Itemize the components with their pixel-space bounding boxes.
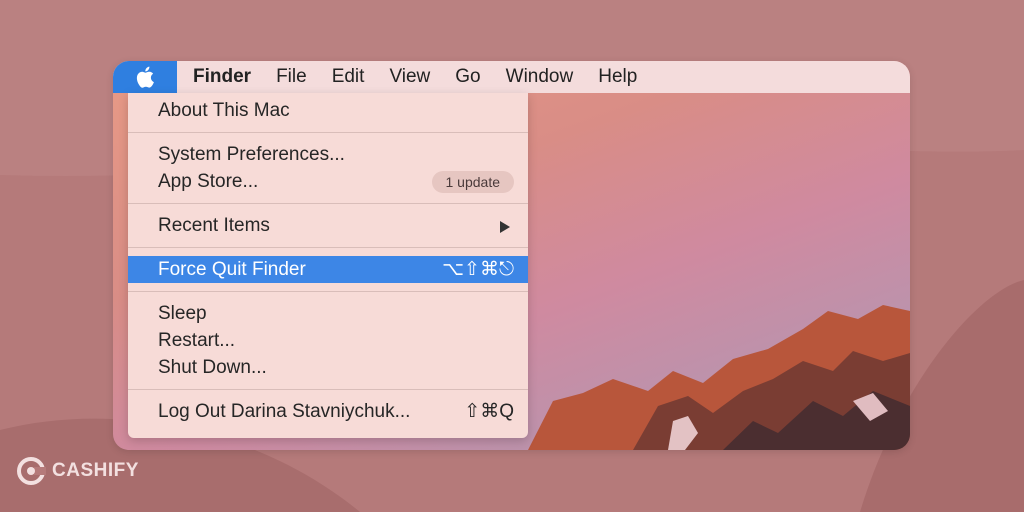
menu-item-label: App Store... <box>158 171 259 192</box>
apple-menu-button[interactable] <box>113 61 177 93</box>
menu-go[interactable]: Go <box>455 66 480 88</box>
menu-item-label: System Preferences... <box>158 144 345 165</box>
menu-item-label: Shut Down... <box>158 357 267 378</box>
menu-finder[interactable]: Finder <box>193 66 251 88</box>
apple-dropdown-menu: About This Mac System Preferences... App… <box>128 93 528 438</box>
menu-item-app-store[interactable]: App Store... 1 update <box>128 168 528 195</box>
desktop-window: Finder File Edit View Go Window Help Abo… <box>113 61 910 450</box>
cashify-logo-icon <box>17 457 46 485</box>
menu-item-restart[interactable]: Restart... <box>128 327 528 354</box>
menu-item-about[interactable]: About This Mac <box>128 97 528 124</box>
menu-item-system-preferences[interactable]: System Preferences... <box>128 141 528 168</box>
logo-text: CASHIFY <box>52 460 139 481</box>
menu-item-log-out[interactable]: Log Out Darina Stavniychuk... ⇧⌘Q <box>128 398 528 425</box>
menu-edit[interactable]: Edit <box>332 66 365 88</box>
menu-separator <box>128 291 528 292</box>
menu-window[interactable]: Window <box>506 66 574 88</box>
menu-file[interactable]: File <box>276 66 307 88</box>
menu-item-label: Restart... <box>158 330 236 351</box>
menu-item-label: Recent Items <box>158 215 270 236</box>
cashify-logo: CASHIFY <box>16 456 139 486</box>
submenu-arrow-icon <box>500 221 510 233</box>
menu-item-shut-down[interactable]: Shut Down... <box>128 354 528 381</box>
menu-item-label: Log Out Darina Stavniychuk... <box>158 401 411 422</box>
menu-separator <box>128 132 528 133</box>
menu-item-label: About This Mac <box>158 100 290 121</box>
menu-separator <box>128 389 528 390</box>
menu-help[interactable]: Help <box>598 66 637 88</box>
menu-item-sleep[interactable]: Sleep <box>128 300 528 327</box>
menu-item-recent-items[interactable]: Recent Items <box>128 212 528 239</box>
shortcut-label: ⇧⌘Q <box>464 401 514 422</box>
menu-separator <box>128 203 528 204</box>
menu-bar: Finder File Edit View Go Window Help <box>113 61 910 93</box>
shortcut-label: ⌥⇧⌘⎋ <box>442 259 514 280</box>
menu-view[interactable]: View <box>389 66 430 88</box>
apple-logo-icon <box>136 66 154 88</box>
menu-separator <box>128 247 528 248</box>
update-badge: 1 update <box>431 171 514 193</box>
menu-item-force-quit[interactable]: Force Quit Finder ⌥⇧⌘⎋ <box>128 256 528 283</box>
menu-item-label: Sleep <box>158 303 207 324</box>
menu-item-label: Force Quit Finder <box>158 259 306 280</box>
